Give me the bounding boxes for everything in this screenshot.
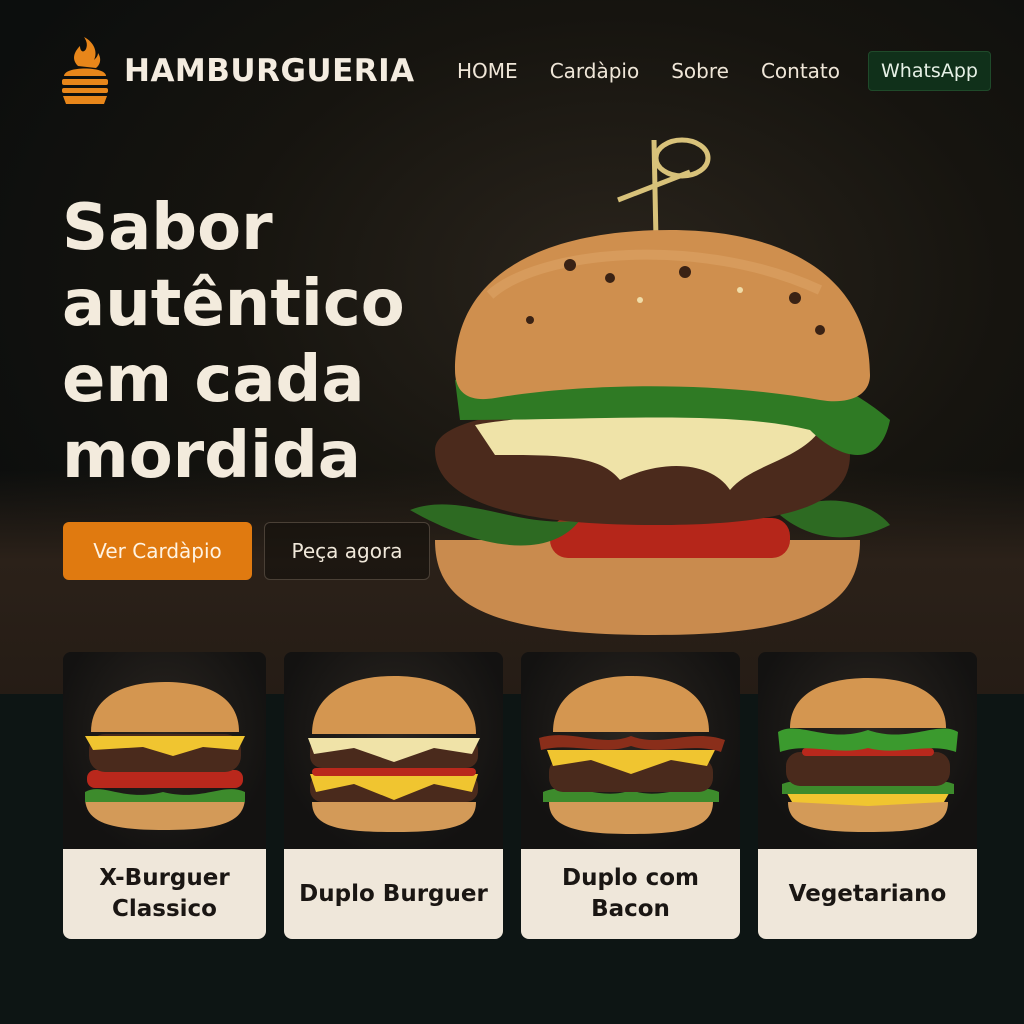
flame-burger-icon [62, 37, 108, 104]
brand-name: HAMBURGUERIA [124, 53, 415, 89]
nav-cardapio[interactable]: Cardàpio [550, 59, 640, 83]
main-nav: HOME Cardàpio Sobre Contato [457, 50, 872, 92]
nav-home[interactable]: HOME [457, 59, 518, 83]
menu-card-duplo-burguer[interactable]: Duplo Burguer [284, 652, 503, 939]
menu-card-title: Duplo com Bacon [521, 849, 740, 939]
view-menu-button[interactable]: Ver Cardàpio [63, 522, 252, 580]
whatsapp-button[interactable]: WhatsApp [868, 51, 991, 91]
menu-card-x-burguer[interactable]: X-Burguer Classico [63, 652, 266, 939]
menu-card-title: Vegetariano [758, 849, 977, 939]
menu-card-title: X-Burguer Classico [63, 849, 266, 939]
burger-image [63, 652, 266, 849]
nav-sobre[interactable]: Sobre [671, 59, 729, 83]
nav-contato[interactable]: Contato [761, 59, 840, 83]
logo[interactable]: HAMBURGUERIA [60, 36, 415, 106]
menu-card-vegetariano[interactable]: Vegetariano [758, 652, 977, 939]
menu-card-title: Duplo Burguer [284, 849, 503, 939]
menu-card-duplo-bacon[interactable]: Duplo com Bacon [521, 652, 740, 939]
hero-burger-image [410, 137, 890, 635]
burger-image [284, 652, 503, 849]
burger-image [758, 652, 977, 849]
burger-image [521, 652, 740, 849]
